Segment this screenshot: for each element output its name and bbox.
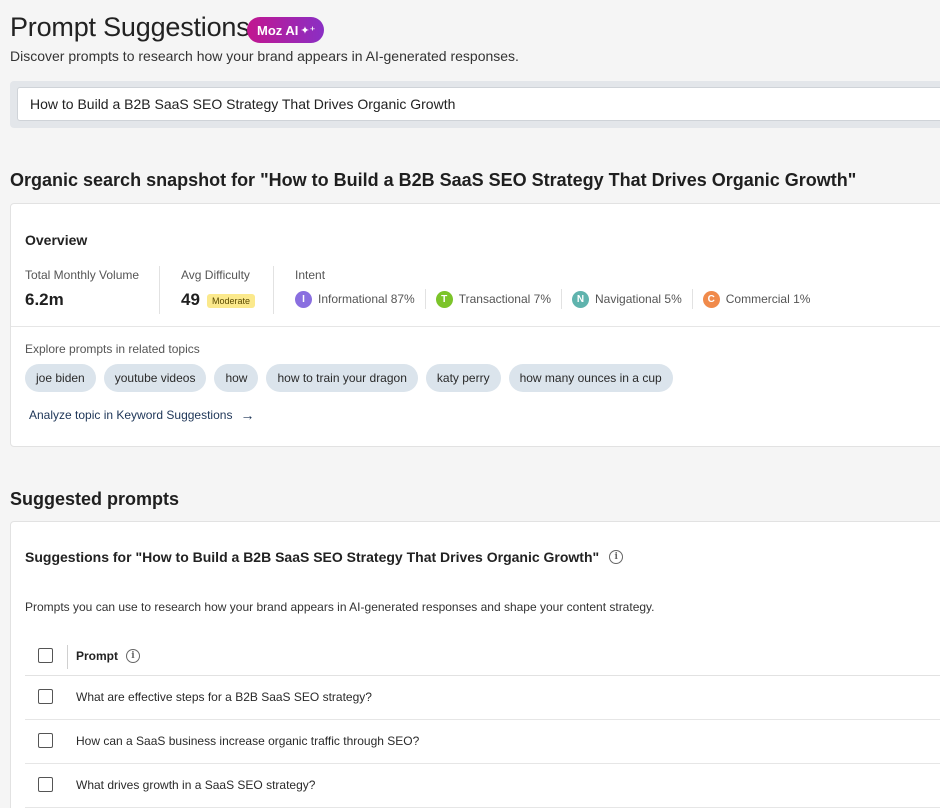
metric-divider	[159, 266, 160, 314]
intent-commercial: C Commercial 1%	[693, 290, 821, 308]
prompt-column-header: Prompt i	[76, 649, 140, 663]
topic-chip-how-to-train-your-dragon[interactable]: how to train your dragon	[266, 364, 418, 392]
table-header: Prompt i	[25, 640, 940, 676]
intent-list: I Informational 87% T Transactional 7% N…	[295, 289, 820, 309]
topic-chip-katy-perry[interactable]: katy perry	[425, 364, 501, 392]
intent-navigational-icon: N	[572, 290, 590, 308]
volume-value: 6.2m	[25, 290, 64, 309]
table-row: How can a SaaS business increase organic…	[25, 720, 940, 764]
intent-label-text: Commercial 1%	[725, 292, 811, 306]
suggestions-description: Prompts you can use to research how your…	[25, 600, 655, 614]
select-all-checkbox[interactable]	[38, 648, 53, 663]
suggested-heading: Suggested prompts	[10, 489, 180, 509]
suggestions-title-text: Suggestions for "How to Build a B2B SaaS…	[25, 549, 600, 565]
difficulty-label: Avg Difficulty	[181, 268, 250, 282]
difficulty-value: 49	[181, 290, 200, 309]
snapshot-heading: Organic search snapshot for "How to Buil…	[10, 170, 857, 190]
topic-chip-how[interactable]: how	[214, 364, 259, 392]
moz-ai-badge-label: Moz AI	[257, 22, 299, 38]
suggestions-title: Suggestions for "How to Build a B2B SaaS…	[25, 549, 624, 565]
sparkle-icon: ✦⁺	[300, 24, 316, 37]
related-topics-list: joe biden youtube videos how how to trai…	[25, 364, 673, 392]
search-bar	[10, 81, 940, 128]
topic-chip-youtube-videos[interactable]: youtube videos	[103, 364, 207, 392]
info-icon[interactable]: i	[126, 649, 140, 663]
overview-card: Overview Total Monthly Volume 6.2m Avg D…	[10, 203, 940, 447]
intent-commercial-icon: C	[702, 290, 720, 308]
prompt-text: What drives growth in a SaaS SEO strateg…	[76, 778, 316, 792]
intent-transactional: T Transactional 7%	[426, 290, 561, 308]
prompt-column-label: Prompt	[76, 649, 118, 663]
metric-divider	[273, 266, 274, 314]
prompt-search-input[interactable]	[17, 87, 940, 121]
overview-title: Overview	[25, 232, 88, 248]
intent-informational: I Informational 87%	[295, 290, 425, 308]
prompt-text: How can a SaaS business increase organic…	[76, 734, 420, 748]
intent-informational-icon: I	[295, 290, 312, 308]
table-row: What are effective steps for a B2B SaaS …	[25, 676, 940, 720]
overview-divider	[11, 326, 940, 327]
intent-label-text: Transactional 7%	[458, 292, 552, 306]
page-subtitle: Discover prompts to research how your br…	[10, 48, 519, 64]
moz-ai-badge: Moz AI ✦⁺	[247, 17, 325, 43]
intent-transactional-icon: T	[435, 290, 453, 308]
prompt-text: What are effective steps for a B2B SaaS …	[76, 690, 372, 704]
difficulty-badge: Moderate	[207, 294, 256, 308]
volume-label: Total Monthly Volume	[25, 268, 140, 282]
related-topics-label: Explore prompts in related topics	[25, 342, 200, 356]
intent-label-text: Informational 87%	[318, 292, 415, 306]
row-checkbox[interactable]	[38, 777, 53, 792]
table-row: What drives growth in a SaaS SEO strateg…	[25, 764, 940, 808]
intent-label: Intent	[295, 268, 326, 282]
row-checkbox[interactable]	[38, 689, 53, 704]
topic-chip-how-many-ounces[interactable]: how many ounces in a cup	[508, 364, 673, 392]
column-divider	[67, 645, 68, 669]
page-title: Prompt Suggestions	[10, 12, 250, 42]
analyze-topic-link[interactable]: Analyze topic in Keyword Suggestions →	[29, 407, 254, 423]
row-checkbox[interactable]	[38, 733, 53, 748]
intent-label-text: Navigational 5%	[595, 292, 682, 306]
suggestions-card: Suggestions for "How to Build a B2B SaaS…	[10, 521, 940, 808]
arrow-right-icon: →	[240, 407, 255, 423]
info-icon[interactable]: i	[609, 550, 624, 564]
topic-chip-joe-biden[interactable]: joe biden	[25, 364, 96, 392]
analyze-topic-link-label: Analyze topic in Keyword Suggestions	[29, 408, 233, 422]
intent-navigational: N Navigational 5%	[562, 290, 692, 308]
